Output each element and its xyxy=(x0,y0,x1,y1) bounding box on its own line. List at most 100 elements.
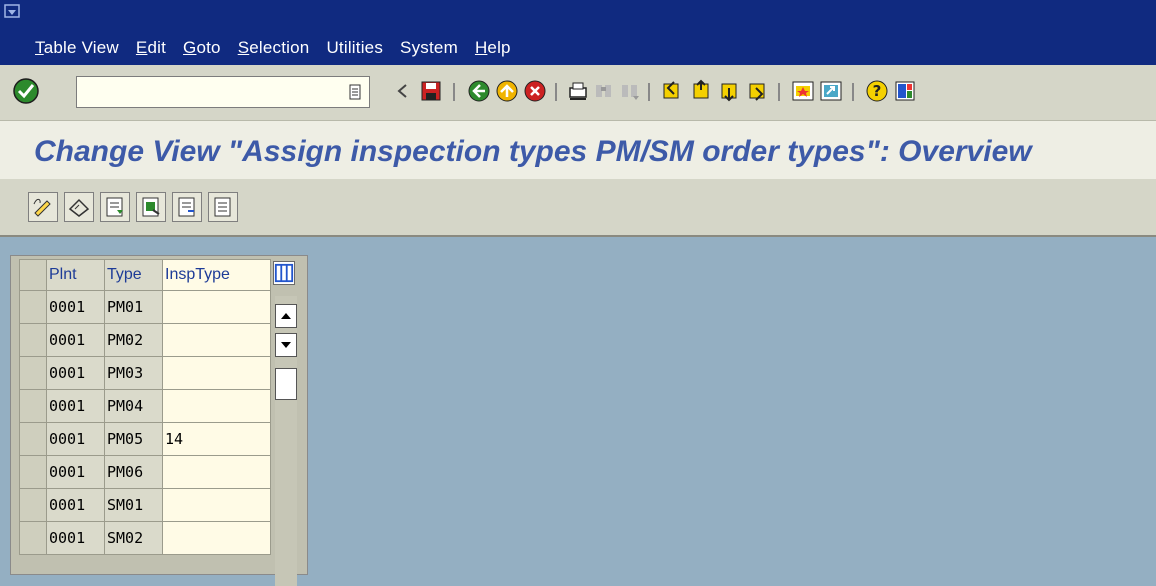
arrow-down-icon xyxy=(281,342,291,348)
select-all-rows[interactable] xyxy=(19,259,47,291)
menu-item-selection[interactable]: Selection xyxy=(238,38,310,58)
cell-plnt: 0001 xyxy=(46,323,105,357)
row-selector[interactable] xyxy=(19,521,47,555)
row-selector[interactable] xyxy=(19,356,47,390)
first-page-icon[interactable] xyxy=(660,78,686,104)
table-row: 0001 PM05 14 xyxy=(19,422,271,456)
select-all-button[interactable] xyxy=(208,192,238,222)
table-row: 0001 SM02 xyxy=(19,521,271,555)
system-menu-icon[interactable] xyxy=(4,4,20,20)
table-row: 0001 PM01 xyxy=(19,290,271,324)
column-header-plnt[interactable]: Plnt xyxy=(46,259,105,291)
copy-as-button[interactable] xyxy=(100,192,130,222)
row-selector[interactable] xyxy=(19,323,47,357)
find-icon xyxy=(596,85,611,97)
cell-insptype-input[interactable] xyxy=(162,323,271,357)
prev-page-icon[interactable] xyxy=(688,78,714,104)
cell-insptype-input[interactable] xyxy=(162,488,271,522)
separator xyxy=(453,83,455,101)
delete-button[interactable] xyxy=(136,192,166,222)
scroll-down-button[interactable] xyxy=(275,333,297,357)
select-all-icon xyxy=(214,197,231,217)
back-icon[interactable] xyxy=(466,78,492,104)
menu-item-goto[interactable]: Goto xyxy=(183,38,221,58)
cell-type: PM01 xyxy=(104,290,163,324)
cell-insptype-input[interactable] xyxy=(162,389,271,423)
cell-insptype-input[interactable] xyxy=(162,455,271,489)
cancel-icon[interactable] xyxy=(522,78,548,104)
arrow-up-icon xyxy=(281,313,291,319)
table-row: 0001 PM02 xyxy=(19,323,271,357)
table-row: 0001 PM06 xyxy=(19,455,271,489)
display-change-button[interactable] xyxy=(28,192,58,222)
table-header-row: Plnt Type InspType xyxy=(19,259,271,291)
shortcut-icon[interactable] xyxy=(818,78,844,104)
separator xyxy=(555,83,557,101)
menu-item-system[interactable]: System xyxy=(400,38,458,58)
cell-plnt: 0001 xyxy=(46,290,105,324)
delete-icon xyxy=(142,197,160,217)
undo-change-button[interactable] xyxy=(172,192,202,222)
separator xyxy=(648,83,650,101)
undo-change-icon xyxy=(178,197,195,217)
menu-item-help[interactable]: Help xyxy=(475,38,511,58)
layout-icon[interactable] xyxy=(892,78,918,104)
row-selector[interactable] xyxy=(19,488,47,522)
vertical-scrollbar[interactable] xyxy=(275,296,297,586)
table-row: 0001 PM04 xyxy=(19,389,271,423)
next-page-icon[interactable] xyxy=(716,78,742,104)
dropdown-icon[interactable] xyxy=(349,84,361,100)
svg-text:?: ? xyxy=(873,82,882,100)
cell-insptype-input[interactable] xyxy=(162,356,271,390)
table-control: Plnt Type InspType 0001 PM01 0001 PM02 0001 P… xyxy=(10,255,308,586)
new-entries-icon xyxy=(68,198,90,217)
cell-type: PM03 xyxy=(104,356,163,390)
save-icon[interactable] xyxy=(418,78,444,104)
command-field[interactable] xyxy=(76,76,370,108)
cell-insptype-input[interactable] xyxy=(162,290,271,324)
system-toolbar: ? xyxy=(0,65,1156,121)
scrollbar-thumb[interactable] xyxy=(275,368,297,400)
row-selector[interactable] xyxy=(19,422,47,456)
copy-as-icon xyxy=(106,197,123,217)
row-selector[interactable] xyxy=(19,389,47,423)
page-title: Change View "Assign inspection types PM/… xyxy=(34,135,1032,168)
column-header-insptype[interactable]: InspType xyxy=(162,259,271,291)
table-row: 0001 PM03 xyxy=(19,356,271,390)
column-header-type[interactable]: Type xyxy=(104,259,163,291)
menu: Table View Edit Goto Selection Utilities Syst… xyxy=(35,38,528,58)
title-bar: Change View "Assign inspection types PM/… xyxy=(0,121,1156,179)
help-icon[interactable]: ? xyxy=(864,78,890,104)
row-selector[interactable] xyxy=(19,455,47,489)
application-toolbar xyxy=(0,179,1156,237)
table-row: 0001 SM01 xyxy=(19,488,271,522)
exit-icon[interactable] xyxy=(494,78,520,104)
separator xyxy=(778,83,780,101)
cell-type: SM01 xyxy=(104,488,163,522)
table-settings-icon[interactable] xyxy=(273,261,295,285)
cell-plnt: 0001 xyxy=(46,455,105,489)
new-entries-button[interactable] xyxy=(64,192,94,222)
menu-item-edit[interactable]: Edit xyxy=(136,38,166,58)
back-arrow-icon[interactable] xyxy=(390,78,416,104)
cell-insptype-input[interactable] xyxy=(162,521,271,555)
scroll-up-button[interactable] xyxy=(275,304,297,328)
cell-type: PM05 xyxy=(104,422,163,456)
data-table: Plnt Type InspType 0001 PM01 0001 PM02 0001 P… xyxy=(19,259,271,555)
cell-plnt: 0001 xyxy=(46,488,105,522)
display-change-icon xyxy=(33,198,51,217)
cell-plnt: 0001 xyxy=(46,389,105,423)
menu-bar: Table View Edit Goto Selection Utilities Syst… xyxy=(0,0,1156,65)
cell-type: PM06 xyxy=(104,455,163,489)
menu-item-table-view[interactable]: Table View xyxy=(35,38,119,58)
last-page-icon[interactable] xyxy=(744,78,770,104)
enter-check-icon[interactable] xyxy=(10,75,44,107)
separator xyxy=(852,83,854,101)
cell-type: SM02 xyxy=(104,521,163,555)
cell-insptype-input[interactable]: 14 xyxy=(162,422,271,456)
row-selector[interactable] xyxy=(19,290,47,324)
menu-item-utilities[interactable]: Utilities xyxy=(326,38,383,58)
new-session-icon[interactable] xyxy=(790,78,816,104)
cell-type: PM04 xyxy=(104,389,163,423)
print-icon[interactable] xyxy=(565,78,591,104)
